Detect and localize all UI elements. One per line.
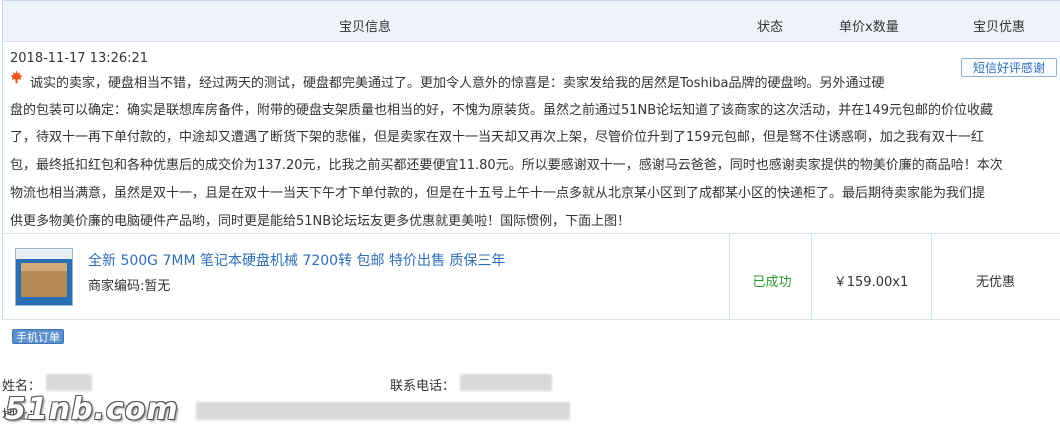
item-discount: 无优惠 — [975, 275, 1015, 290]
review-timestamp: 2018-11-17 13:26:21 — [10, 51, 149, 66]
merchant-code: 商家编码:暂无 — [88, 279, 171, 294]
product-title-link[interactable]: 全新 500G 7MM 笔记本硬盘机械 7200转 包邮 特价出售 质保三年 — [88, 250, 505, 270]
buyer-phone-label: 联系电话： — [390, 379, 456, 394]
maple-leaf-icon — [10, 70, 23, 84]
product-thumbnail[interactable] — [15, 248, 73, 306]
buyer-name-redacted — [46, 374, 92, 391]
review-text-line-2: 盘的包装可以确定：确实是联想库房备件，附带的硬盘支架质量也相当的好，不愧为原装货… — [10, 103, 993, 118]
buyer-address-redacted — [196, 402, 570, 420]
review-text-line-4: 包，最终抵扣红包和各种优惠后的成交价为137.20元，比我之前买都还要便宜11.… — [10, 158, 1003, 173]
review-text-line-5: 物流也相当满意，虽然是双十一，且是在双十一当天下午才下单付款的，但是在十五号上午… — [10, 186, 986, 201]
header-status: 状态 — [757, 20, 784, 35]
mobile-order-badge[interactable]: 手机订单 — [12, 329, 64, 344]
review-text-line-6: 供更多物美价廉的电脑硬件产品哟，同时更是能给51NB论坛坛友更多优惠就更美啦！国… — [10, 214, 631, 229]
unit-price-quantity: ￥159.00x1 — [833, 275, 909, 290]
buyer-phone-redacted — [460, 374, 552, 391]
review-text-line-3: 了，待双十一再下单付款的，中途却又遭遇了断货下架的悲催，但是卖家在双十一当天却又… — [10, 130, 984, 145]
order-status: 已成功 — [752, 275, 792, 290]
order-table-header: 宝贝信息 状态 单价x数量 宝贝优惠 — [3, 1, 1060, 42]
site-watermark: 51nb.com — [5, 392, 179, 427]
column-divider — [729, 234, 730, 319]
header-unit-price-qty: 单价x数量 — [839, 20, 899, 35]
review-text-line-1: 诚实的卖家，硬盘相当不错，经过两天的测试，硬盘都完美通过了。更加令人意外的惊喜是… — [30, 76, 885, 91]
header-discount: 宝贝优惠 — [973, 20, 1026, 35]
header-item-info: 宝贝信息 — [339, 20, 392, 35]
order-item-row: 全新 500G 7MM 笔记本硬盘机械 7200转 包邮 特价出售 质保三年 商… — [3, 233, 1060, 320]
